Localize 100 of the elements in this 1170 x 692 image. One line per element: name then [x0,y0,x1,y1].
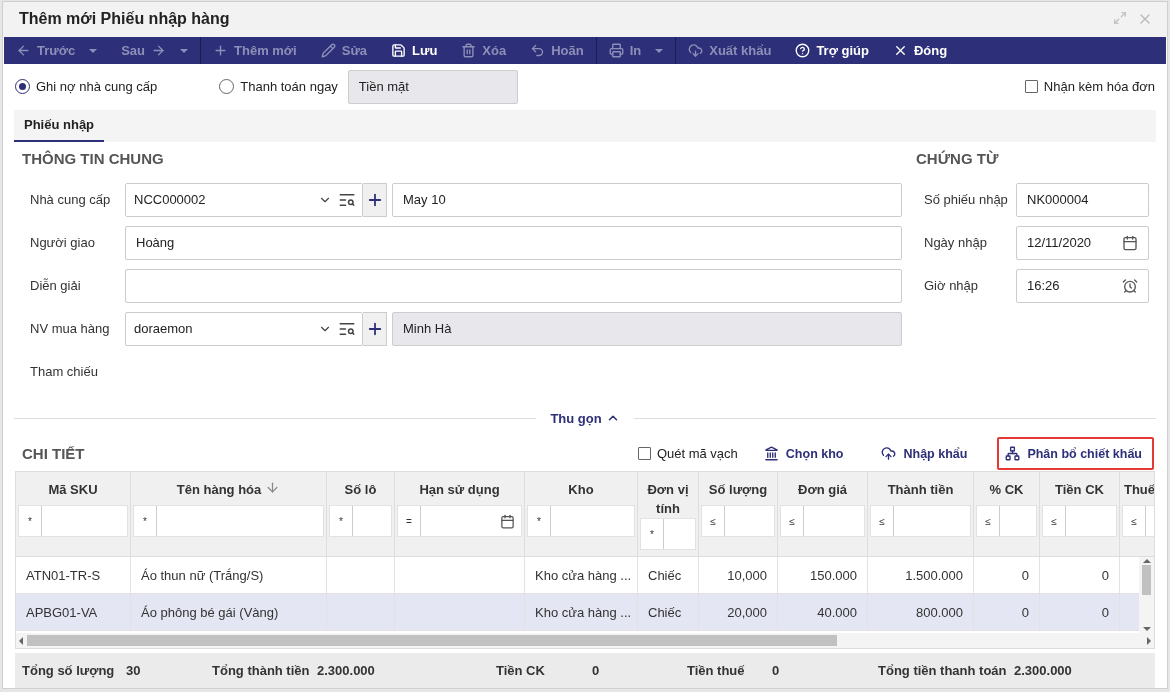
table-row[interactable]: ATN01-TR-S Áo thun nữ (Trắng/S) Kho cửa hàng ... Chiếc 10,000 150.000 1.500.000 0 0 [16,557,1139,595]
horizontal-scrollbar[interactable] [16,633,1154,650]
action-button[interactable]: Phân bổ chiết khấu [997,437,1154,471]
toolbar-button[interactable]: Đóng [880,36,960,65]
table-cell: 0 [1101,604,1109,620]
filter-field[interactable]: ≤ [870,505,971,538]
column-header[interactable]: Đơn giá [778,472,867,506]
table-cell: 0 [1101,567,1109,583]
toolbar-button[interactable]: Lưu [379,36,450,65]
column-header[interactable]: Đơn vị tính [638,472,698,519]
barcode-checkbox[interactable]: Quét mã vạch [637,446,738,462]
checkbox[interactable] [637,447,651,461]
filter-field[interactable]: ≤ [1042,505,1117,538]
input-field[interactable] [125,268,902,303]
total-value: 2.300.000 [317,663,375,679]
add-button[interactable] [363,182,387,217]
table-cell: 40.000 [817,604,857,620]
table-cell: 0 [1021,604,1029,620]
radio-option[interactable]: Thanh toán ngay [219,79,338,95]
table-cell: 10,000 [727,567,767,583]
column-header[interactable]: Tên hàng hóa [131,472,326,506]
total-label: Tổng tiền thanh toán [878,663,1008,679]
tab[interactable]: Phiếu nhập [14,109,105,142]
table-row[interactable]: APBG01-VA Áo phông bé gái (Vàng) Kho cửa hàng ... Chiếc 20,000 40.000 800.000 0 0 [16,594,1139,632]
table-cell: Kho cửa hàng ... [535,567,632,583]
filter-field[interactable]: * [527,505,635,538]
window-title: Thêm mới Phiếu nhập hàng [19,10,230,29]
arrow-right-icon [151,43,166,59]
field-label: Số phiếu nhập [923,192,1009,208]
section-title: THÔNG TIN CHUNG [22,149,165,169]
action-button[interactable]: Chọn kho [755,437,856,471]
lookup-field[interactable]: doraemon [125,311,363,346]
collapse-button[interactable]: Thu gọn [546,410,624,426]
table-cell: Áo phông bé gái (Vàng) [141,604,279,620]
filter-field[interactable]: * [640,518,696,551]
field-label: Diễn giải [29,278,82,294]
table-cell: APBG01-VA [26,604,98,620]
vertical-scrollbar[interactable] [1139,557,1154,634]
filter-field[interactable]: ≤ [701,505,775,538]
total-label: Tổng số lượng [22,663,116,679]
filter-field[interactable]: * [18,505,128,538]
column-header[interactable]: Số lô [327,472,394,506]
invoice-checkbox[interactable]: Nhận kèm hóa đơn [1024,79,1155,95]
table-cell: 800.000 [916,604,963,620]
section-title: CHI TIẾT [21,445,85,463]
table-cell: 150.000 [810,567,857,583]
total-value: 0 [592,663,600,679]
filter-field[interactable]: * [133,505,324,538]
column-header[interactable]: Số lượng [699,472,777,506]
field-label: Giờ nhập [923,278,980,294]
field-label: Nhà cung cấp [29,192,112,208]
total-label: Tổng thành tiền [212,663,311,679]
section-title: CHỨNG TỪ [916,149,1000,169]
input-field[interactable]: NK000004 [1016,182,1149,217]
table-cell: Chiếc [648,604,682,620]
radio-option[interactable]: Ghi nợ nhà cung cấp [15,79,158,95]
plus-icon [213,43,228,59]
column-header[interactable]: Tiền CK [1040,472,1119,506]
save-icon [391,43,407,59]
add-button[interactable] [363,311,387,346]
total-value: 2.300.000 [1014,663,1072,679]
date-field[interactable]: 12/11/2020 [1016,225,1149,260]
lookup-field[interactable]: NCC000002 [125,182,363,217]
time-field[interactable]: 16:26 [1016,268,1149,303]
pencil-icon [320,43,336,59]
column-header[interactable]: Mã SKU [16,472,130,506]
bank-icon [763,446,779,462]
column-header[interactable]: Hạn sử dụng [395,472,524,506]
filter-field[interactable]: ≤ [780,505,865,538]
printer-icon [608,43,624,59]
filter-field[interactable]: * [329,505,392,538]
total-value: 0 [772,663,780,679]
alarm-clock-icon [1122,277,1138,294]
trash-icon [461,43,477,59]
filter-field[interactable]: ≤ [976,505,1037,538]
name-field[interactable]: May 10 [392,182,902,217]
column-header[interactable]: Kho [525,472,637,506]
undo-icon [530,43,546,59]
field-label: Người giao [29,235,96,251]
filter-field[interactable]: ≤ [1122,505,1154,538]
checkbox[interactable] [1024,80,1038,94]
tree-icon [1005,446,1021,462]
column-header[interactable]: Thành tiền [868,472,973,506]
table-cell: Kho cửa hàng ... [535,604,632,620]
total-value: 30 [126,663,141,679]
field-label: NV mua hàng [29,321,111,337]
calendar-icon [1122,234,1138,251]
action-button[interactable]: Nhập khẩu [873,437,980,471]
filter-field[interactable]: = [397,505,522,538]
cloud-upload-icon [881,446,897,462]
toolbar-button[interactable]: Trợ giúp [783,36,881,65]
cloud-download-icon [688,43,704,59]
table-cell: 1.500.000 [905,567,963,583]
table-cell: Chiếc [648,567,682,583]
total-label: Tiền thuế [687,663,746,679]
column-header[interactable]: % CK [974,472,1039,506]
calendar-icon [500,513,515,529]
help-icon [795,43,811,59]
table-cell: ATN01-TR-S [26,567,101,583]
input-field[interactable]: Hoàng [125,225,902,260]
